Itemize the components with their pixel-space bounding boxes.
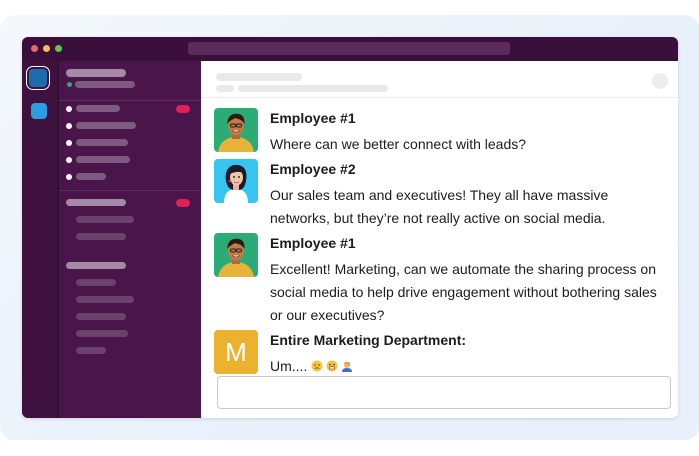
man-avatar-icon[interactable] xyxy=(214,108,258,152)
message-input[interactable] xyxy=(217,376,671,409)
unread-dot xyxy=(66,157,72,163)
message-text: Excellent! Marketing, can we automate th… xyxy=(270,261,657,323)
woman-avatar-icon[interactable] xyxy=(214,159,258,203)
section-title-placeholder xyxy=(66,199,126,206)
man-avatar-icon[interactable] xyxy=(214,233,258,277)
channel-name-placeholder xyxy=(76,173,106,180)
close-window-button[interactable] xyxy=(31,45,38,52)
message-text: Where can we better connect with leads? xyxy=(270,136,527,152)
unread-dot xyxy=(66,140,72,146)
mention-badge xyxy=(176,105,190,113)
sidebar-divider xyxy=(59,190,201,191)
slack-window: Employee #1 Where can we better connect … xyxy=(22,37,678,418)
channel-name-placeholder[interactable] xyxy=(76,233,126,240)
active-workspace-icon[interactable] xyxy=(29,69,47,87)
sad-face-emoji xyxy=(311,360,323,372)
message-text-content: Um.... xyxy=(270,358,308,374)
facepalm-emoji xyxy=(342,361,353,372)
section-title-placeholder xyxy=(66,262,126,269)
channel-name-placeholder xyxy=(76,156,130,163)
channel-topic-placeholder xyxy=(216,85,234,92)
minimize-window-button[interactable] xyxy=(43,45,50,52)
user-name-placeholder xyxy=(75,81,135,88)
workspace-name-placeholder[interactable] xyxy=(66,69,126,77)
message-author[interactable]: Employee #1 xyxy=(270,110,356,126)
channel-title-placeholder xyxy=(216,73,302,81)
unread-dot xyxy=(66,106,72,112)
search-bar[interactable] xyxy=(188,42,510,55)
avatar-letter: M xyxy=(225,336,247,367)
channel-name-placeholder[interactable] xyxy=(76,330,128,337)
maximize-window-button[interactable] xyxy=(55,45,62,52)
channel-name-placeholder[interactable] xyxy=(76,216,134,223)
sidebar-divider xyxy=(59,100,201,101)
message-text: Um.... xyxy=(270,355,670,378)
message-author[interactable]: Employee #1 xyxy=(270,235,356,251)
workspace-icon[interactable] xyxy=(31,103,47,119)
emoji-group xyxy=(311,358,356,374)
channel-details-button[interactable] xyxy=(652,73,668,89)
channel-name-placeholder[interactable] xyxy=(76,279,116,286)
channel-name-placeholder xyxy=(76,122,136,129)
message-author[interactable]: Employee #2 xyxy=(270,161,356,177)
message-text: Our sales team and executives! They all … xyxy=(270,187,609,226)
channel-topic-placeholder xyxy=(238,85,388,92)
channel-name-placeholder[interactable] xyxy=(76,313,126,320)
workspace-rail xyxy=(22,61,59,418)
channel-header xyxy=(201,61,678,98)
channel-name-placeholder xyxy=(76,139,128,146)
title-bar xyxy=(22,37,678,61)
online-status-dot xyxy=(67,82,72,87)
channel-name-placeholder[interactable] xyxy=(76,347,106,354)
unread-dot xyxy=(66,123,72,129)
channel-name-placeholder[interactable] xyxy=(76,296,134,303)
marketing-avatar[interactable]: M xyxy=(214,330,258,374)
channel-name-placeholder xyxy=(76,105,120,112)
unread-dot xyxy=(66,174,72,180)
grimace-face-emoji xyxy=(326,360,338,372)
message-pane: Employee #1 Where can we better connect … xyxy=(201,61,678,418)
message-author[interactable]: Entire Marketing Department: xyxy=(270,332,466,348)
channel-sidebar xyxy=(59,61,201,418)
mention-badge xyxy=(176,199,190,207)
